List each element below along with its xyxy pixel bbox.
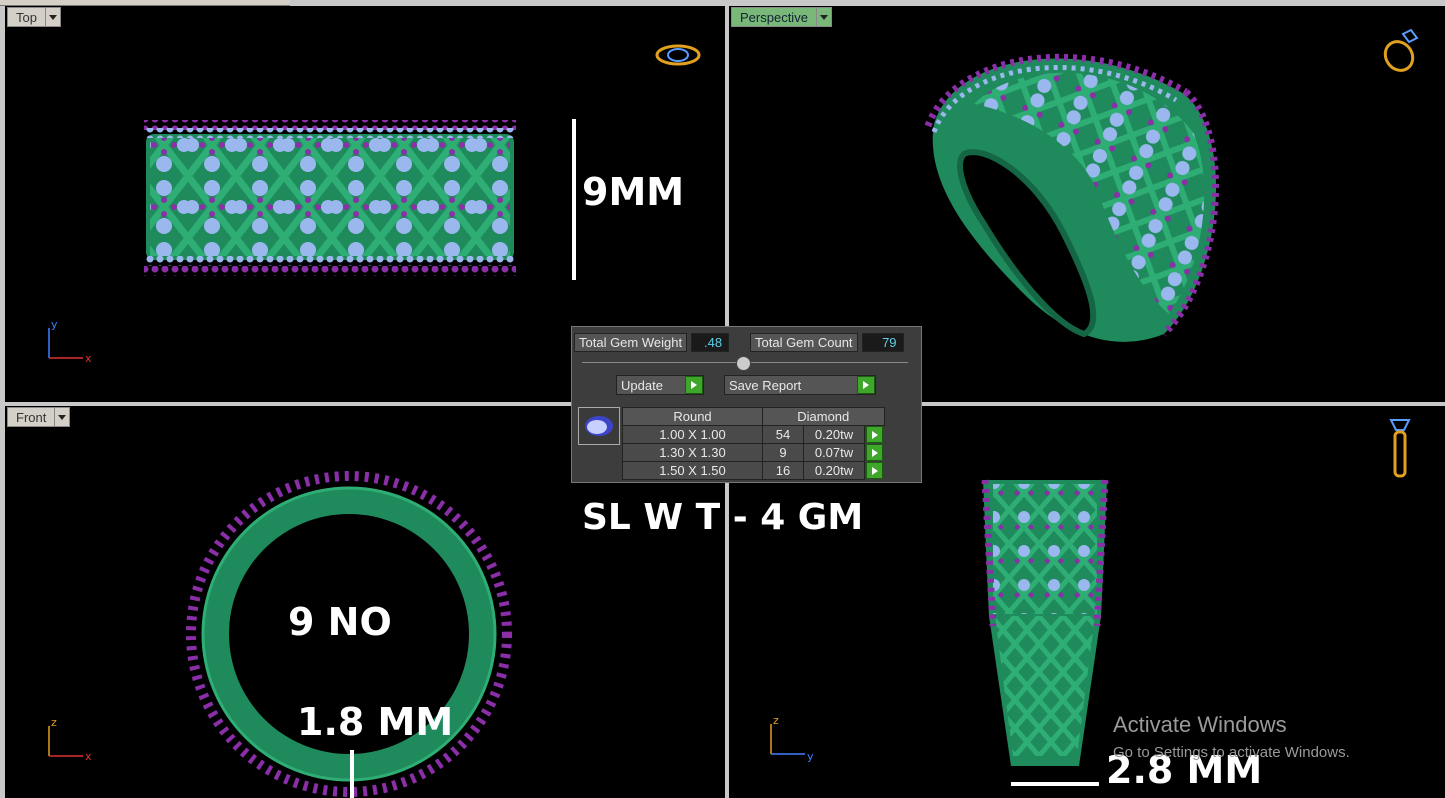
row-action[interactable] <box>864 425 884 444</box>
chevron-down-icon <box>48 14 57 20</box>
axis-triad-right: z y <box>770 714 814 763</box>
gem-size: 1.50 X 1.50 <box>622 461 763 480</box>
gem-round-icon <box>585 416 613 436</box>
axis-label-front-h: x <box>85 750 92 763</box>
table-row[interactable]: 1.50 X 1.50 16 0.20tw <box>622 461 884 480</box>
gem-size: 1.30 X 1.30 <box>622 443 763 462</box>
total-gem-weight-field: Total Gem Weight .48 <box>574 332 730 352</box>
chevron-down-icon <box>58 414 67 420</box>
gem-weight: 0.20tw <box>803 461 865 480</box>
play-icon[interactable] <box>866 426 883 444</box>
gem-weight: 0.20tw <box>803 425 865 444</box>
axis-triad-top: y x <box>48 318 92 365</box>
height-annotation: 9MM <box>582 170 685 214</box>
save-report-button[interactable]: Save Report <box>724 375 876 395</box>
table-row[interactable]: 1.30 X 1.30 9 0.07tw <box>622 443 884 462</box>
gem-table-header: Round Diamond <box>622 407 885 426</box>
row-action[interactable] <box>864 443 884 462</box>
viewport-front-title: Front <box>7 407 55 427</box>
thickness-dimension-line <box>350 750 354 798</box>
ring-top-render <box>144 120 516 276</box>
height-dimension-line <box>572 119 576 280</box>
view-cube-icon[interactable] <box>1379 26 1423 76</box>
viewport-front-label[interactable]: Front <box>7 407 71 427</box>
axis-label-top-h: x <box>85 352 92 365</box>
gem-count: 54 <box>762 425 804 444</box>
total-gem-count-label: Total Gem Count <box>750 332 858 352</box>
play-icon <box>685 376 703 394</box>
viewport-perspective-label[interactable]: Perspective <box>731 7 832 27</box>
gem-table-header-shape: Round <box>622 407 763 426</box>
play-icon[interactable] <box>866 444 883 461</box>
axis-label-top-v: y <box>51 318 58 331</box>
gem-table: Round Diamond 1.00 X 1.00 54 0.20tw 1.30… <box>622 407 885 480</box>
play-icon <box>857 376 875 394</box>
gem-table-header-type: Diamond <box>762 407 885 426</box>
gem-report-panel: Total Gem Weight .48 Total Gem Count 79 … <box>571 326 922 483</box>
table-row[interactable]: 1.00 X 1.00 54 0.20tw <box>622 425 884 444</box>
viewport-top-label[interactable]: Top <box>7 7 61 27</box>
save-report-button-label: Save Report <box>729 377 802 393</box>
viewport-perspective-title: Perspective <box>731 7 816 27</box>
view-cube-icon[interactable] <box>1387 416 1413 480</box>
total-gem-count-field: Total Gem Count 79 <box>750 332 904 352</box>
play-icon[interactable] <box>866 462 883 479</box>
width-dimension-line <box>1011 782 1099 786</box>
view-cube-icon[interactable] <box>653 42 703 68</box>
gem-weight: 0.07tw <box>803 443 865 462</box>
silver-weight-annotation: SL W T - 4 GM <box>582 497 864 538</box>
splitter-handle[interactable] <box>736 356 751 371</box>
thickness-annotation: 1.8 MM <box>297 700 454 744</box>
viewport-perspective-dropdown[interactable] <box>815 7 832 27</box>
axis-label-front-v: z <box>51 716 57 729</box>
viewport-front-dropdown[interactable] <box>54 407 71 427</box>
activation-watermark-title: Activate Windows <box>1113 712 1287 737</box>
ring-side-render <box>981 479 1109 766</box>
row-action[interactable] <box>864 461 884 480</box>
activation-watermark-subtitle: Go to Settings to activate Windows. <box>1113 744 1350 761</box>
update-button-label: Update <box>621 377 663 393</box>
axis-label-right-v: z <box>773 714 779 727</box>
axis-triad-front: z x <box>48 716 92 763</box>
axis-label-right-h: y <box>807 750 814 763</box>
update-button[interactable]: Update <box>616 375 704 395</box>
chevron-down-icon <box>819 14 828 20</box>
gem-count: 16 <box>762 461 804 480</box>
gem-size: 1.00 X 1.00 <box>622 425 763 444</box>
viewport-top-dropdown[interactable] <box>44 7 61 27</box>
total-gem-weight-value: .48 <box>691 332 730 352</box>
ring-perspective-render <box>924 53 1219 342</box>
gem-thumbnail[interactable] <box>578 407 620 445</box>
total-gem-count-value: 79 <box>861 332 904 352</box>
ring-size-annotation: 9 NO <box>288 600 392 644</box>
gem-count: 9 <box>762 443 804 462</box>
viewport-top-title: Top <box>7 7 45 27</box>
total-gem-weight-label: Total Gem Weight <box>574 332 688 352</box>
